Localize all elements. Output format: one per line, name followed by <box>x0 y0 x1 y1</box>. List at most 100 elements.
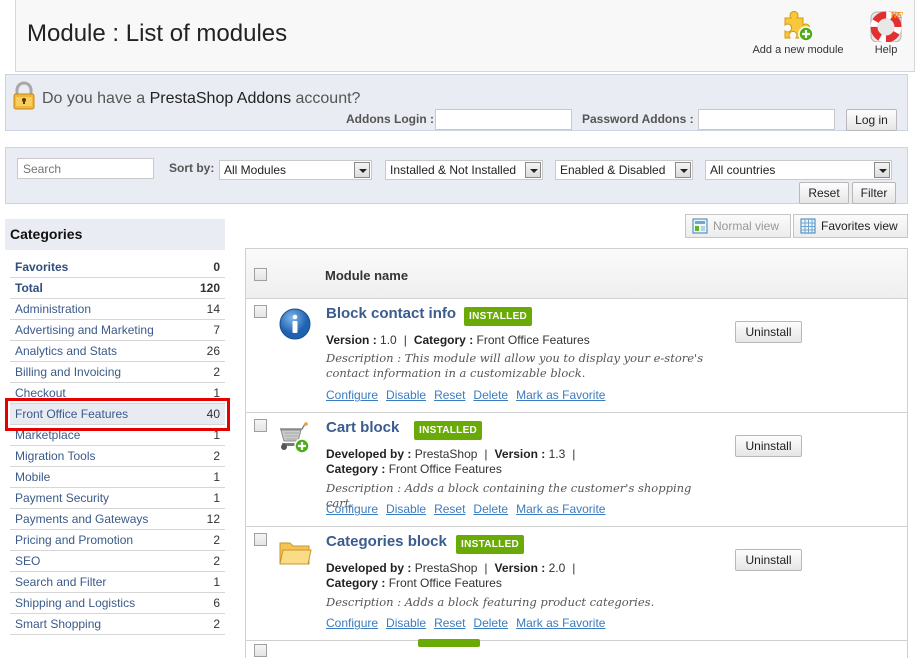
module-description: Description : This module will allow you… <box>326 351 704 380</box>
disable-link[interactable]: Disable <box>386 616 426 630</box>
category-item[interactable]: SEO 2 <box>10 551 225 572</box>
select-all-checkbox[interactable] <box>254 268 267 281</box>
category-item[interactable]: Smart Shopping 2 <box>10 614 225 635</box>
category-name: Front Office Features <box>15 407 129 421</box>
category-count: 12 <box>206 512 220 526</box>
category-count: 120 <box>199 281 220 295</box>
uninstall-button[interactable]: Uninstall <box>735 435 802 457</box>
module-version: 1.0 <box>380 333 397 347</box>
category-item[interactable]: Migration Tools 2 <box>10 446 225 467</box>
category-name: Advertising and Marketing <box>15 323 154 337</box>
module-checkbox[interactable] <box>254 305 267 318</box>
category-item[interactable]: Administration 14 <box>10 299 225 320</box>
filter-button[interactable]: Filter <box>852 182 896 204</box>
category-count: 2 <box>213 365 220 379</box>
category-item[interactable]: Mobile 1 <box>10 467 225 488</box>
filter-bar: Sort by: All Modules Installed & Not Ins… <box>5 147 908 204</box>
log-in-button[interactable]: Log in <box>846 109 897 131</box>
module-type-select[interactable]: All Modules <box>219 160 372 180</box>
search-input[interactable] <box>17 158 154 179</box>
category-name: Search and Filter <box>15 575 107 589</box>
addons-login-bar: Do you have a PrestaShop Addons account?… <box>5 74 908 131</box>
category-item[interactable]: Favorites 0 <box>10 257 225 278</box>
module-meta: Developed by : PrestaShop | Version : 2.0 | <box>326 561 576 575</box>
install-status-select[interactable]: Installed & Not Installed <box>385 160 543 180</box>
reset-button[interactable]: Reset <box>799 182 849 204</box>
favorites-view-button[interactable]: Favorites view <box>793 214 908 238</box>
category-count: 7 <box>213 323 220 337</box>
reset-link[interactable]: Reset <box>434 616 465 630</box>
category-item[interactable]: Shipping and Logistics 6 <box>10 593 225 614</box>
module-developer: PrestaShop <box>414 561 478 575</box>
module-actions: Configure Disable Reset Delete Mark as Favor… <box>326 616 613 630</box>
category-item[interactable]: Advertising and Marketing 7 <box>10 320 225 341</box>
category-item[interactable]: Marketplace 1 <box>10 425 225 446</box>
status-badge: INSTALLED <box>456 535 525 554</box>
category-item[interactable]: Checkout 1 <box>10 383 225 404</box>
cart-add-icon <box>280 422 310 454</box>
category-count: 1 <box>213 470 220 484</box>
category-count: 1 <box>213 428 220 442</box>
category-count: 14 <box>206 302 220 316</box>
reset-link[interactable]: Reset <box>434 502 465 516</box>
category-item[interactable]: Payment Security 1 <box>10 488 225 509</box>
category-name: Payment Security <box>15 491 110 505</box>
category-name: Total <box>15 281 43 295</box>
enabled-status-select[interactable]: Enabled & Disabled <box>555 160 693 180</box>
disable-link[interactable]: Disable <box>386 388 426 402</box>
category-name: SEO <box>15 554 41 568</box>
module-name-link[interactable]: Block contact info <box>326 305 456 322</box>
category-item[interactable]: Total 120 <box>10 278 225 299</box>
help-button[interactable]: NEW Help <box>864 10 908 56</box>
category-name: Shipping and Logistics <box>15 596 136 610</box>
module-actions: Configure Disable Reset Delete Mark as Favor… <box>326 502 613 516</box>
chevron-down-icon <box>354 162 370 178</box>
mark-as-favorite-link[interactable]: Mark as Favorite <box>516 502 605 516</box>
status-badge <box>418 639 480 647</box>
module-table: Module name Block contact info INSTALLED V… <box>245 248 908 658</box>
configure-link[interactable]: Configure <box>326 502 378 516</box>
addons-password-input[interactable] <box>698 109 835 130</box>
category-item[interactable]: Payments and Gateways 12 <box>10 509 225 530</box>
delete-link[interactable]: Delete <box>473 616 508 630</box>
module-checkbox[interactable] <box>254 644 267 657</box>
category-item[interactable]: Billing and Invoicing 2 <box>10 362 225 383</box>
uninstall-button[interactable]: Uninstall <box>735 549 802 571</box>
category-name: Checkout <box>15 386 66 400</box>
module-version: 2.0 <box>548 561 566 575</box>
categories-list: Favorites 0 Total 120 Administration 14 Advert… <box>10 257 225 635</box>
normal-view-button[interactable]: Normal view <box>685 214 791 238</box>
module-checkbox[interactable] <box>254 533 267 546</box>
configure-link[interactable]: Configure <box>326 388 378 402</box>
disable-link[interactable]: Disable <box>386 502 426 516</box>
module-version: 1.3 <box>548 447 566 461</box>
configure-link[interactable]: Configure <box>326 616 378 630</box>
reset-link[interactable]: Reset <box>434 388 465 402</box>
category-item[interactable]: Pricing and Promotion 2 <box>10 530 225 551</box>
puzzle-add-icon <box>784 10 814 42</box>
addons-login-input[interactable] <box>435 109 572 130</box>
category-item[interactable]: Front Office Features 40 <box>10 404 225 425</box>
module-name-link[interactable]: Cart block <box>326 419 399 436</box>
module-checkbox[interactable] <box>254 419 267 432</box>
country-select[interactable]: All countries <box>705 160 892 180</box>
uninstall-button[interactable]: Uninstall <box>735 321 802 343</box>
module-name-link[interactable]: Categories block <box>326 533 447 550</box>
category-count: 2 <box>213 449 220 463</box>
delete-link[interactable]: Delete <box>473 502 508 516</box>
module-category: Front Office Features <box>476 333 590 347</box>
category-item[interactable]: Search and Filter 1 <box>10 572 225 593</box>
category-count: 1 <box>213 491 220 505</box>
category-item[interactable]: Analytics and Stats 26 <box>10 341 225 362</box>
mark-as-favorite-link[interactable]: Mark as Favorite <box>516 616 605 630</box>
add-new-module-button[interactable]: Add a new module <box>750 10 846 56</box>
category-name: Administration <box>15 302 92 316</box>
mark-as-favorite-link[interactable]: Mark as Favorite <box>516 388 605 402</box>
category-count: 6 <box>213 596 220 610</box>
table-row <box>246 639 907 661</box>
help-label: Help <box>874 44 898 56</box>
delete-link[interactable]: Delete <box>473 388 508 402</box>
category-name: Analytics and Stats <box>15 344 118 358</box>
page-header: Module : List of modules Add a new modul… <box>15 0 915 72</box>
status-badge: INSTALLED <box>414 421 483 440</box>
